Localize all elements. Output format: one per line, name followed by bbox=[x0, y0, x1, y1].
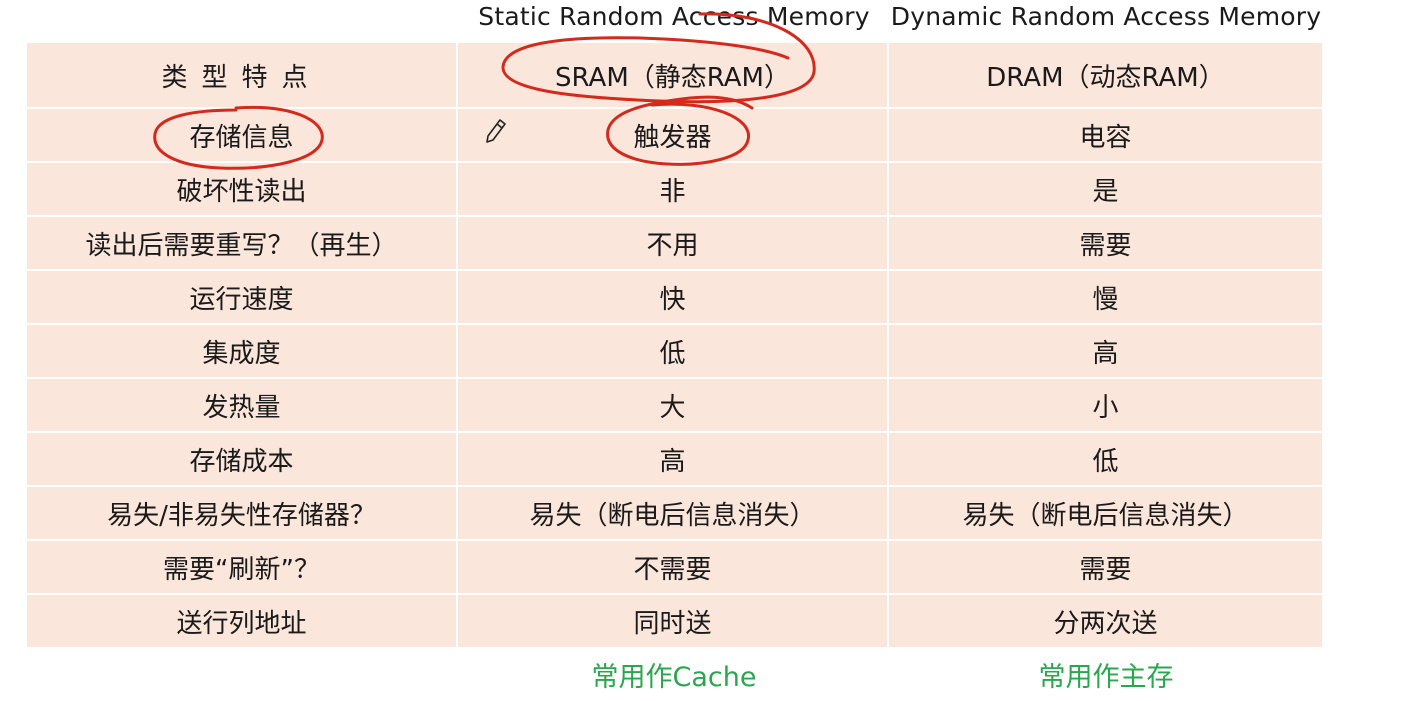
dram-cell: 慢 bbox=[889, 271, 1322, 323]
header-feature-cell: 类型特点 bbox=[27, 43, 456, 107]
sram-cell: 触发器 bbox=[458, 109, 887, 161]
sram-cell: 低 bbox=[458, 325, 887, 377]
dram-cell: 需要 bbox=[889, 541, 1322, 593]
feature-cell: 送行列地址 bbox=[27, 595, 456, 647]
dram-full-name: Dynamic Random Access Memory bbox=[890, 2, 1322, 31]
header-dram-cell: DRAM（动态RAM） bbox=[889, 43, 1322, 107]
feature-cell: 读出后需要重写？（再生） bbox=[27, 217, 456, 269]
table-row: 存储信息 触发器 电容 bbox=[27, 109, 1322, 161]
sram-cell: 易失（断电后信息消失） bbox=[458, 487, 887, 539]
table-row: 需要“刷新”？ 不需要 需要 bbox=[27, 541, 1322, 593]
dram-cell: 小 bbox=[889, 379, 1322, 431]
sram-cell: 不需要 bbox=[458, 541, 887, 593]
table-row: 存储成本 高 低 bbox=[27, 433, 1322, 485]
dram-cell: 易失（断电后信息消失） bbox=[889, 487, 1322, 539]
feature-cell: 破坏性读出 bbox=[27, 163, 456, 215]
dram-cell: 电容 bbox=[889, 109, 1322, 161]
feature-cell: 发热量 bbox=[27, 379, 456, 431]
feature-cell: 易失/非易失性存储器？ bbox=[27, 487, 456, 539]
dram-cell: 低 bbox=[889, 433, 1322, 485]
sram-dram-comparison-table: 类型特点 SRAM（静态RAM） DRAM（动态RAM） 存储信息 触发器 电容… bbox=[27, 43, 1322, 647]
feature-cell: 集成度 bbox=[27, 325, 456, 377]
sram-cell: 高 bbox=[458, 433, 887, 485]
header-sram-cell: SRAM（静态RAM） bbox=[458, 43, 887, 107]
feature-cell: 存储成本 bbox=[27, 433, 456, 485]
dram-cell: 是 bbox=[889, 163, 1322, 215]
sram-cell: 快 bbox=[458, 271, 887, 323]
table-header-row: 类型特点 SRAM（静态RAM） DRAM（动态RAM） bbox=[27, 43, 1322, 107]
sram-cell: 大 bbox=[458, 379, 887, 431]
feature-cell: 存储信息 bbox=[27, 109, 456, 161]
sram-cell: 非 bbox=[458, 163, 887, 215]
table-row: 破坏性读出 非 是 bbox=[27, 163, 1322, 215]
table-row: 集成度 低 高 bbox=[27, 325, 1322, 377]
dram-usage-note: 常用作主存 bbox=[1038, 662, 1174, 693]
table-row: 读出后需要重写？（再生） 不用 需要 bbox=[27, 217, 1322, 269]
table-row: 易失/非易失性存储器？ 易失（断电后信息消失） 易失（断电后信息消失） bbox=[27, 487, 1322, 539]
dram-cell: 需要 bbox=[889, 217, 1322, 269]
feature-cell: 需要“刷新”？ bbox=[27, 541, 456, 593]
sram-usage-note: 常用作Cache bbox=[591, 662, 757, 693]
dram-cell: 分两次送 bbox=[889, 595, 1322, 647]
dram-cell: 高 bbox=[889, 325, 1322, 377]
feature-cell: 运行速度 bbox=[27, 271, 456, 323]
table-row: 送行列地址 同时送 分两次送 bbox=[27, 595, 1322, 647]
table-row: 运行速度 快 慢 bbox=[27, 271, 1322, 323]
sram-cell: 不用 bbox=[458, 217, 887, 269]
sram-full-name: Static Random Access Memory bbox=[478, 2, 870, 31]
sram-cell: 同时送 bbox=[458, 595, 887, 647]
table-row: 发热量 大 小 bbox=[27, 379, 1322, 431]
